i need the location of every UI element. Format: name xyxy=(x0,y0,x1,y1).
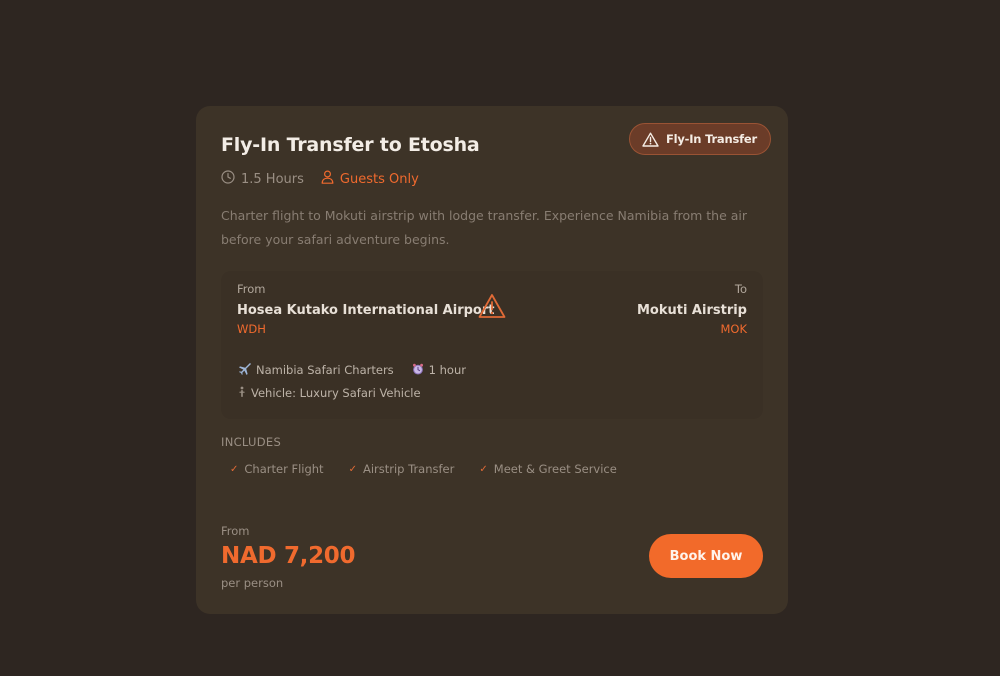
origin-label: From xyxy=(237,282,266,296)
destination: To Mokuti Airstrip MOK xyxy=(637,282,747,336)
list-item: ✓ Airstrip Transfer xyxy=(349,462,455,476)
card-title: Fly-In Transfer to Etosha xyxy=(221,134,480,156)
audience: Guests Only xyxy=(321,170,419,188)
route-panel: From Hosea Kutako International Airport … xyxy=(221,271,763,419)
flight-time: 1 hour xyxy=(412,363,466,377)
warning-icon xyxy=(642,132,659,147)
operator: Namibia Safari Charters xyxy=(238,362,394,377)
duration-text: 1.5 Hours xyxy=(241,171,304,187)
origin: From Hosea Kutako International Airport … xyxy=(237,282,494,336)
check-icon: ✓ xyxy=(348,463,357,475)
destination-name: Mokuti Airstrip xyxy=(636,303,747,318)
badge-label: Fly-In Transfer xyxy=(665,132,757,146)
flight-details: Namibia Safari Charters 1 hour xyxy=(238,362,466,377)
list-item: ✓ Meet & Greet Service xyxy=(479,462,616,476)
include-label: Charter Flight xyxy=(244,462,324,476)
origin-name: Hosea Kutako International Airport xyxy=(237,303,495,318)
vehicle-text: Vehicle: Luxury Safari Vehicle xyxy=(251,386,421,400)
operator-name: Namibia Safari Charters xyxy=(256,362,394,377)
destination-label: To xyxy=(734,282,747,296)
destination-code: MOK xyxy=(720,322,747,336)
person-icon xyxy=(321,170,334,188)
card-description: Charter flight to Mokuti airstrip with l… xyxy=(221,208,748,247)
alarm-clock-icon xyxy=(412,363,424,377)
check-icon: ✓ xyxy=(479,463,488,475)
include-label: Meet & Greet Service xyxy=(493,462,617,476)
duration: 1.5 Hours xyxy=(221,170,304,188)
includes-heading: INCLUDES xyxy=(221,435,282,449)
meta-row: 1.5 Hours Guests Only xyxy=(221,170,419,188)
price-amount: NAD 7,200 xyxy=(221,543,356,569)
vehicle: Vehicle: Luxury Safari Vehicle xyxy=(238,386,421,400)
flight-time-text: 1 hour xyxy=(428,362,466,377)
clock-icon xyxy=(221,170,235,188)
vehicle-icon xyxy=(238,386,246,400)
warning-icon xyxy=(478,293,506,323)
price-unit: per person xyxy=(221,576,284,590)
check-icon: ✓ xyxy=(230,463,239,475)
book-now-button[interactable]: Book Now xyxy=(649,534,763,578)
transfer-card: Fly-In Transfer to Etosha Fly-In Transfe… xyxy=(196,106,788,614)
audience-text: Guests Only xyxy=(339,171,419,187)
ground-details: Vehicle: Luxury Safari Vehicle xyxy=(238,386,421,400)
includes-list: ✓ Charter Flight ✓ Airstrip Transfer ✓ M… xyxy=(230,462,642,476)
include-label: Airstrip Transfer xyxy=(362,462,455,476)
airplane-icon xyxy=(238,362,251,377)
price-from-label: From xyxy=(221,524,250,538)
origin-code: WDH xyxy=(237,322,266,336)
transfer-type-badge: Fly-In Transfer xyxy=(628,123,771,155)
list-item: ✓ Charter Flight xyxy=(230,462,324,476)
